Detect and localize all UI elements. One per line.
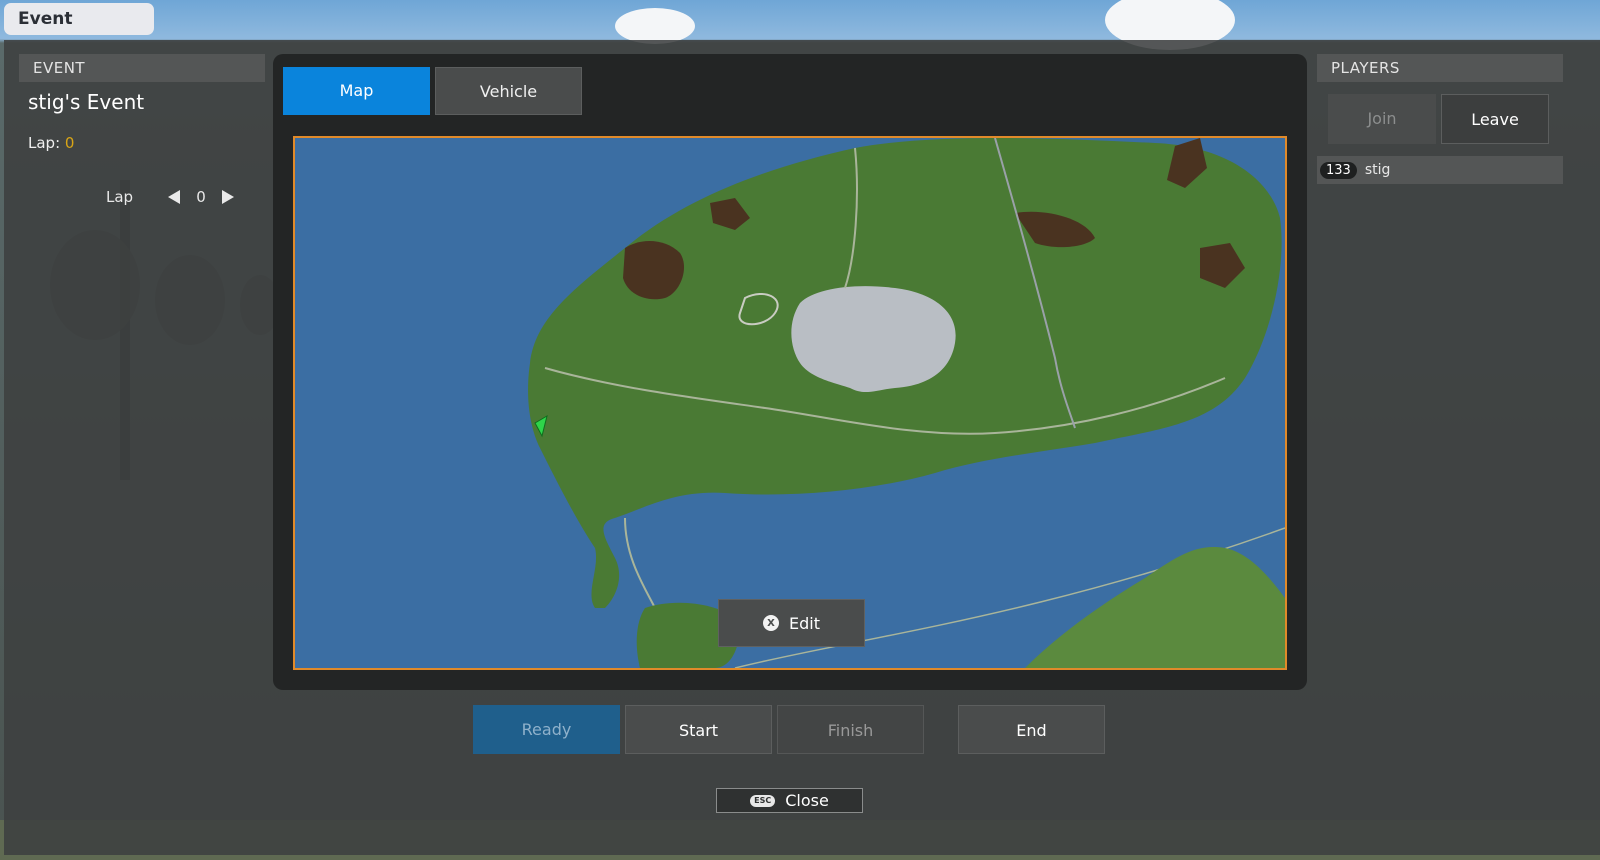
edit-map-button[interactable]: X Edit <box>718 599 865 647</box>
triangle-left-icon <box>168 190 180 204</box>
ready-button[interactable]: Ready <box>473 705 620 754</box>
lap-stepper-value: 0 <box>196 188 206 206</box>
end-button[interactable]: End <box>958 705 1105 754</box>
leave-button[interactable]: Leave <box>1441 94 1549 144</box>
tab-map[interactable]: Map <box>283 67 430 115</box>
x-button-icon: X <box>763 615 779 631</box>
event-header: EVENT <box>19 54 265 82</box>
esc-key-icon: ESC <box>750 794 776 807</box>
lap-stepper-label: Lap <box>106 188 134 206</box>
player-name: stig <box>1364 162 1391 178</box>
join-button[interactable]: Join <box>1328 94 1436 144</box>
close-button[interactable]: ESC Close <box>716 788 863 813</box>
tab-vehicle[interactable]: Vehicle <box>435 67 582 115</box>
triangle-right-icon <box>222 190 234 204</box>
edit-label: Edit <box>789 613 820 633</box>
player-id-badge: 133 <box>1320 161 1357 179</box>
lap-increment-button[interactable] <box>216 185 240 209</box>
lap-decrement-button[interactable] <box>162 185 186 209</box>
event-name: stig's Event <box>28 90 145 114</box>
cloud <box>615 8 695 44</box>
finish-button[interactable]: Finish <box>777 705 924 754</box>
lap-status: Lap: 0 <box>28 134 74 152</box>
lap-status-label: Lap: <box>28 134 61 152</box>
map-view[interactable]: X Edit <box>293 136 1287 670</box>
player-list-item[interactable]: 133 stig <box>1317 156 1563 184</box>
event-window: EVENT stig's Event Lap: 0 Lap 0 Map Vehi… <box>4 40 1600 855</box>
close-label: Close <box>785 791 829 810</box>
window-title: Event <box>4 3 154 35</box>
lap-stepper: Lap 0 <box>106 185 240 209</box>
start-button[interactable]: Start <box>625 705 772 754</box>
center-panel: Map Vehicle X Edit <box>273 54 1307 690</box>
players-header: PLAYERS <box>1317 54 1563 82</box>
island-map <box>295 138 1285 668</box>
lap-status-value: 0 <box>64 134 75 152</box>
